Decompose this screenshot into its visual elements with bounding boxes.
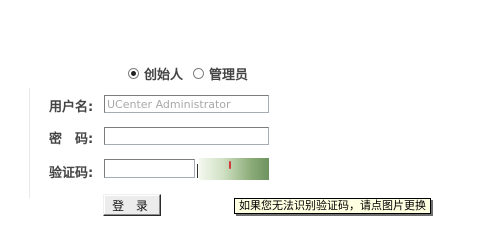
role-option-admin[interactable]: 管理员 xyxy=(193,64,248,83)
role-selector: 创始人 管理员 xyxy=(128,64,248,83)
founder-radio[interactable] xyxy=(128,67,139,79)
login-page: 创始人 管理员 用户名: 密 码: 验证码: 登 录 如果您无法识别验证码，请点… xyxy=(0,0,481,240)
username-input[interactable] xyxy=(104,95,269,113)
password-label: 密 码: xyxy=(49,132,94,147)
role-option-founder[interactable]: 创始人 xyxy=(128,64,183,83)
admin-radio[interactable] xyxy=(193,67,205,79)
captcha-input[interactable] xyxy=(104,159,195,178)
admin-label[interactable]: 管理员 xyxy=(209,64,248,83)
founder-label[interactable]: 创始人 xyxy=(144,64,183,83)
captcha-tooltip: 如果您无法识别验证码，请点图片更换 xyxy=(234,198,431,214)
mouse-cursor xyxy=(197,164,198,178)
captcha-glyph xyxy=(229,161,231,169)
username-label: 用户名: xyxy=(49,100,94,115)
form-divider xyxy=(29,88,30,198)
password-input[interactable] xyxy=(104,127,269,145)
captcha-image[interactable] xyxy=(199,158,269,180)
login-button[interactable]: 登 录 xyxy=(103,194,161,216)
captcha-label: 验证码: xyxy=(49,166,94,181)
